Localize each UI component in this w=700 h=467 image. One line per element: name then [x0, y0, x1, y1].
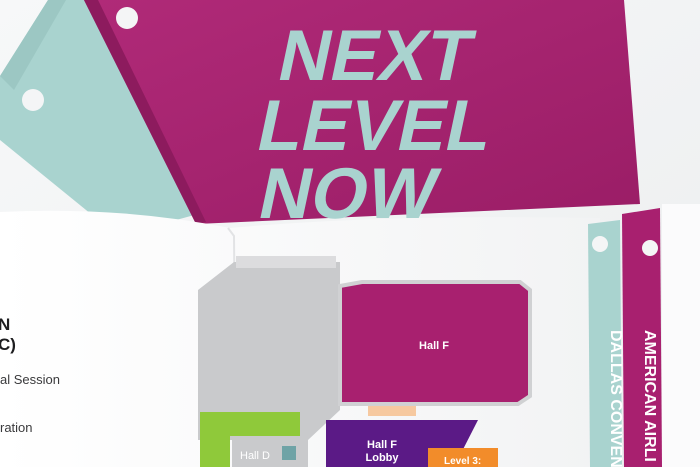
cover-title-line1: NEXT	[272, 16, 481, 96]
agenda-item-2: ration	[0, 420, 33, 435]
punch-hole	[116, 7, 138, 29]
session-heading-2: C)	[0, 335, 16, 354]
scene-svg: NEXT LEVEL NOW N C) al Session ration Ha…	[0, 0, 700, 467]
map-gray-strip	[236, 256, 336, 268]
map-teal-square	[282, 446, 296, 460]
punch-hole	[642, 240, 658, 256]
map-peach-strip	[368, 406, 416, 416]
map-green-room	[200, 412, 300, 436]
punch-hole	[22, 89, 44, 111]
lobby-label-1: Hall F	[367, 439, 397, 451]
session-heading-1: N	[0, 315, 10, 334]
index-tabs: DALLAS CONVEN AMERICAN AIRLI	[588, 204, 700, 467]
right-page-edge	[662, 204, 700, 467]
tab-american-label: AMERICAN AIRLI	[641, 330, 658, 462]
hall-f-label: Hall F	[419, 340, 449, 352]
photo-scene: NEXT LEVEL NOW N C) al Session ration Ha…	[0, 0, 700, 467]
hall-d-label: Hall D	[240, 450, 270, 462]
punch-hole	[592, 236, 608, 252]
tab-dallas-label: DALLAS CONVEN	[607, 330, 624, 467]
lobby-label-2: Lobby	[366, 452, 400, 464]
agenda-item-1: al Session	[0, 372, 60, 387]
level-tag-label: Level 3:	[444, 456, 481, 467]
map-green-room-2	[200, 436, 230, 467]
